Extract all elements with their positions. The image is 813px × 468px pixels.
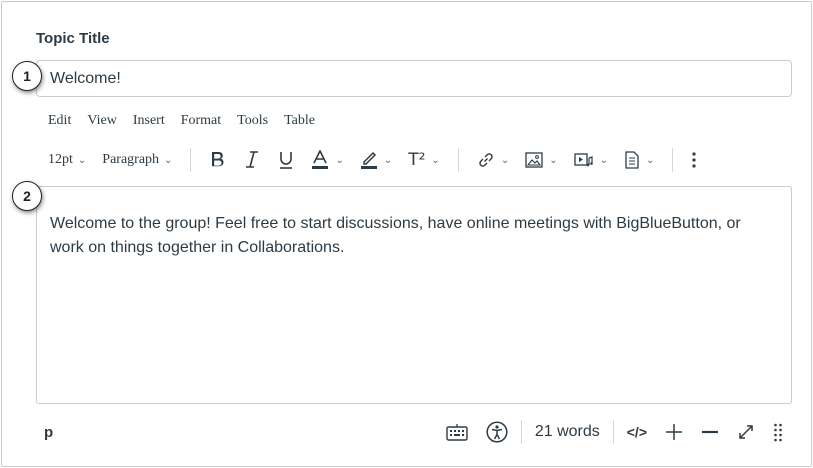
keyboard-icon [446,424,468,441]
bold-icon [212,152,224,167]
highlight-color-button[interactable]: ⌄ [352,150,400,170]
font-size-value: 12pt [48,152,73,167]
accessibility-checker-button[interactable] [477,421,517,443]
text-color-icon [312,150,329,169]
zoom-in-button[interactable] [656,423,692,441]
rich-content-editor[interactable]: Welcome to the group! Feel free to start… [36,186,792,404]
italic-icon [246,151,259,168]
toolbar-divider [190,148,192,172]
block-format-value: Paragraph [102,152,160,167]
underline-icon [280,152,293,169]
editor-toolbar: 12pt ⌄ Paragraph ⌄ ⌄ ⌄ T² ⌄ ⌄ ⌄ ⌄ ⌄ [40,146,705,174]
chevron-down-icon: ⌄ [431,154,440,166]
more-icon [692,152,696,168]
media-button[interactable]: ⌄ [566,152,616,168]
chevron-down-icon: ⌄ [549,154,558,166]
minus-icon [702,430,718,434]
superscript-button[interactable]: T² ⌄ [400,150,448,170]
toolbar-divider [672,148,674,172]
keyboard-shortcuts-button[interactable] [437,423,477,441]
chevron-down-icon: ⌄ [645,154,655,166]
text-color-button[interactable]: ⌄ [303,150,351,170]
statusbar-controls: 21 words </> [437,414,792,450]
menu-insert[interactable]: Insert [125,113,173,133]
menu-view[interactable]: View [79,113,124,133]
italic-button[interactable] [235,150,269,170]
zoom-out-button[interactable] [692,423,728,441]
statusbar-divider [612,420,614,444]
topic-title-input[interactable] [36,60,792,97]
fullscreen-button[interactable] [728,423,764,441]
chevron-down-icon: ⌄ [383,154,393,166]
chevron-down-icon: ⌄ [599,154,608,166]
resize-handle[interactable] [764,422,792,442]
element-path[interactable]: p [44,424,53,441]
document-button[interactable]: ⌄ [616,151,662,169]
chevron-down-icon: ⌄ [77,154,87,166]
drag-handle-icon [774,423,782,442]
html-editor-button[interactable]: </> [618,424,656,440]
menu-edit[interactable]: Edit [40,113,79,133]
code-view-icon: </> [626,424,647,440]
callout-marker-2: 2 [12,181,42,211]
font-size-select[interactable]: 12pt ⌄ [40,152,94,168]
toolbar-divider [457,148,459,172]
more-options-button[interactable] [683,151,705,169]
chevron-down-icon: ⌄ [335,154,344,166]
topic-title-label: Topic Title [36,30,110,47]
media-icon [573,153,593,167]
block-format-select[interactable]: Paragraph ⌄ [94,152,180,168]
chevron-down-icon: ⌄ [164,154,173,166]
menu-table[interactable]: Table [276,113,323,133]
underline-button[interactable] [269,150,303,170]
superscript-icon: T² [408,150,426,170]
image-icon [525,152,543,168]
menu-tools[interactable]: Tools [229,113,276,133]
plus-icon [666,424,682,440]
accessibility-icon [486,421,508,443]
callout-marker-1: 1 [12,61,42,91]
bold-button[interactable] [201,150,235,170]
menu-format[interactable]: Format [173,113,229,133]
image-button[interactable]: ⌄ [517,152,565,168]
word-count[interactable]: 21 words [526,423,609,441]
link-button[interactable]: ⌄ [469,151,517,169]
document-icon [625,151,639,169]
expand-icon [739,425,753,439]
highlight-icon [360,151,377,169]
chevron-down-icon: ⌄ [500,154,510,166]
editor-paragraph: Welcome to the group! Feel free to start… [50,215,741,256]
editor-menubar: Edit View Insert Format Tools Table [40,113,323,133]
editor-statusbar: p 21 words </> [36,414,792,450]
statusbar-divider [520,420,522,444]
link-icon [479,153,493,167]
